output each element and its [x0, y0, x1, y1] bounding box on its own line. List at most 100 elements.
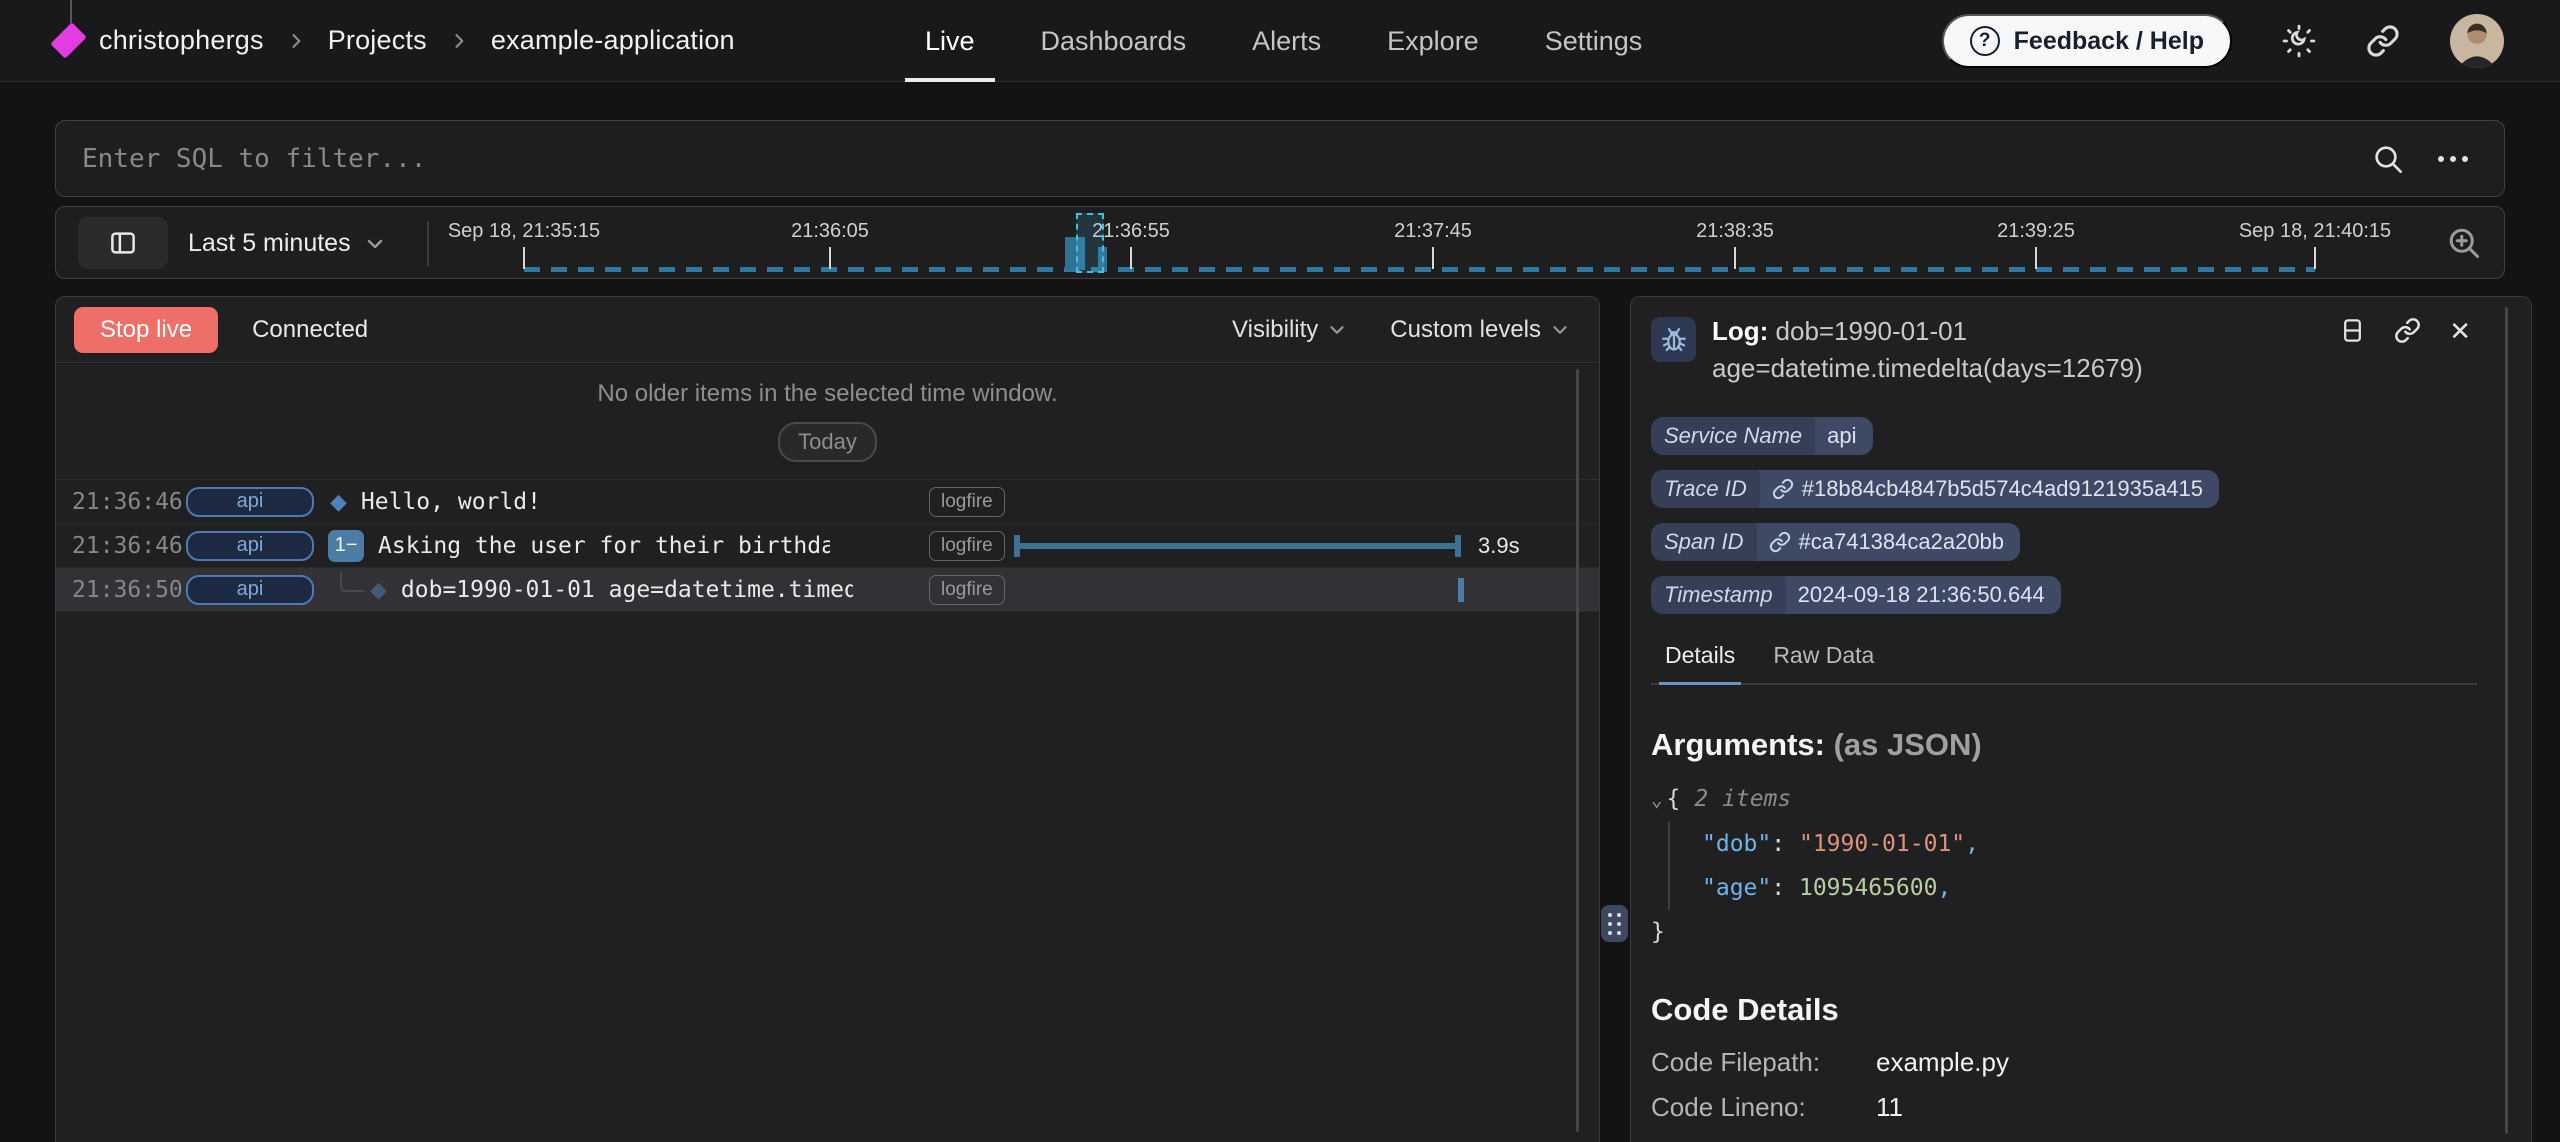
- json-entry: "dob": "1990-01-01",: [1702, 822, 2477, 866]
- code-details-heading: Code Details: [1651, 992, 2477, 1028]
- user-avatar[interactable]: [2450, 14, 2504, 68]
- span-duration-label: 3.9s: [1478, 533, 1520, 559]
- timeline-tick: [829, 247, 831, 269]
- logfire-tag[interactable]: logfire: [929, 531, 1005, 561]
- span-point-marker: [1458, 578, 1464, 602]
- timeline-bar: Last 5 minutes Sep 18, 21:35:15 21:36:05…: [55, 206, 2505, 279]
- json-close-brace: }: [1651, 919, 1665, 945]
- scrollbar[interactable]: [1576, 369, 1579, 1132]
- code-lineno-label: Code Lineno:: [1651, 1085, 1876, 1130]
- custom-levels-label: Custom levels: [1390, 316, 1541, 344]
- more-options-icon[interactable]: [2438, 156, 2468, 162]
- log-message: Hello, world!: [361, 489, 541, 515]
- json-colon: :: [1771, 875, 1785, 901]
- zoom-in-icon[interactable]: [2446, 225, 2482, 261]
- scrollbar[interactable]: [2505, 307, 2508, 1134]
- json-items-note: 2 items: [1694, 786, 1791, 812]
- logfire-tag[interactable]: logfire: [929, 487, 1005, 517]
- split-panel-icon[interactable]: [2339, 317, 2366, 344]
- tab-alerts[interactable]: Alerts: [1232, 0, 1341, 82]
- badge-value: 2024-09-18 21:36:50.644: [1798, 582, 2045, 608]
- search-icon[interactable]: [2372, 143, 2404, 175]
- feedback-help-label: Feedback / Help: [2014, 27, 2204, 56]
- arguments-heading: Arguments: (as JSON): [1651, 727, 2477, 763]
- json-viewer: ⌄{2 items "dob": "1990-01-01", "age": 10…: [1651, 777, 2477, 954]
- bug-icon: [1651, 317, 1696, 362]
- collapse-children-badge[interactable]: 1−: [328, 530, 364, 562]
- trace-id-badge[interactable]: Trace ID #18b84cb4847b5d574c4ad9121935a4…: [1651, 470, 2219, 508]
- breadcrumb-project[interactable]: example-application: [491, 25, 735, 56]
- visibility-dropdown[interactable]: Visibility: [1232, 316, 1348, 344]
- tab-live[interactable]: Live: [905, 0, 995, 82]
- tab-details[interactable]: Details: [1665, 642, 1735, 683]
- chevron-down-icon: [1549, 319, 1571, 341]
- timeline-activity-baseline: [524, 267, 2315, 272]
- detail-badges: Service Name api Trace ID #18b84cb4847b5…: [1651, 417, 2477, 614]
- code-filepath-value: example.py: [1876, 1040, 2009, 1085]
- top-nav: christophergs Projects example-applicati…: [0, 0, 2560, 82]
- breadcrumb-org[interactable]: christophergs: [99, 25, 264, 56]
- feedback-help-button[interactable]: ? Feedback / Help: [1942, 14, 2232, 68]
- panel-resize-handle[interactable]: [1601, 905, 1628, 942]
- json-colon: :: [1771, 831, 1785, 857]
- stop-live-button[interactable]: Stop live: [74, 307, 218, 353]
- empty-state: No older items in the selected time wind…: [56, 363, 1599, 480]
- badge-label: Trace ID: [1651, 470, 1760, 508]
- log-row-selected[interactable]: 21:36:50 api ◆ dob=1990-01-01 age=dateti…: [56, 568, 1599, 612]
- theme-toggle-icon[interactable]: [2282, 24, 2316, 58]
- json-root-line: ⌄{2 items: [1651, 777, 2477, 822]
- chevron-down-icon: [1326, 319, 1348, 341]
- share-link-icon[interactable]: [2366, 24, 2400, 58]
- sql-filter-input[interactable]: [56, 121, 2372, 196]
- breadcrumb-section[interactable]: Projects: [328, 25, 427, 56]
- json-number-value: 1095465600: [1799, 875, 1937, 901]
- divider: [427, 221, 429, 266]
- service-badge[interactable]: api: [186, 531, 314, 561]
- badge-label: Span ID: [1651, 523, 1757, 561]
- code-lineno-value: 11: [1876, 1085, 1903, 1130]
- chevron-down-icon: [363, 232, 387, 256]
- detail-header-actions: ✕: [2339, 317, 2471, 344]
- tab-dashboards[interactable]: Dashboards: [1021, 0, 1207, 82]
- json-key: "age": [1702, 875, 1771, 901]
- nav-actions: ? Feedback / Help: [1942, 0, 2504, 82]
- log-row[interactable]: 21:36:46 api ◆ Hello, world! logfire: [56, 480, 1599, 524]
- sidebar-toggle-button[interactable]: [78, 217, 168, 269]
- code-filepath-label: Code Filepath:: [1651, 1040, 1876, 1085]
- tab-raw-data[interactable]: Raw Data: [1773, 642, 1874, 683]
- collapse-caret-icon[interactable]: ⌄: [1651, 789, 1662, 811]
- tab-settings[interactable]: Settings: [1525, 0, 1663, 82]
- detail-title-kind: Log:: [1712, 316, 1768, 346]
- service-badge[interactable]: api: [186, 575, 314, 605]
- today-button[interactable]: Today: [778, 422, 877, 462]
- detail-tabs: Details Raw Data: [1651, 642, 2477, 685]
- badge-value: #18b84cb4847b5d574c4ad9121935a415: [1802, 476, 2203, 502]
- tab-explore[interactable]: Explore: [1367, 0, 1499, 82]
- timeline-selection-window[interactable]: [1076, 213, 1104, 273]
- timeline-tick: [1130, 247, 1132, 269]
- timeline-tick-label: 21:38:35: [1696, 220, 1774, 243]
- custom-levels-dropdown[interactable]: Custom levels: [1390, 316, 1571, 344]
- timeline-tick-label: Sep 18, 21:35:15: [448, 220, 600, 243]
- json-body: "dob": "1990-01-01", "age": 1095465600,: [1668, 822, 2477, 910]
- timeline-tick: [2035, 247, 2037, 269]
- log-row[interactable]: 21:36:46 api 1− Asking the user for thei…: [56, 524, 1599, 568]
- close-icon[interactable]: ✕: [2449, 318, 2471, 344]
- logfire-logo-icon[interactable]: [50, 22, 86, 58]
- nav-tabs: Live Dashboards Alerts Explore Settings: [905, 0, 1662, 82]
- timestamp-badge[interactable]: Timestamp 2024-09-18 21:36:50.644: [1651, 576, 2061, 614]
- timeline-tick-label: Sep 18, 21:40:15: [2239, 220, 2391, 243]
- timeline-track[interactable]: Sep 18, 21:35:15 21:36:05 21:36:55 21:37…: [441, 207, 2426, 278]
- connection-status: Connected: [252, 316, 368, 344]
- badge-label: Timestamp: [1651, 576, 1786, 614]
- copy-link-icon[interactable]: [2394, 317, 2421, 344]
- time-range-selector[interactable]: Last 5 minutes: [188, 207, 387, 280]
- timeline-tick: [1734, 247, 1736, 269]
- service-name-badge[interactable]: Service Name api: [1651, 417, 1873, 455]
- log-diamond-icon: ◆: [330, 489, 347, 515]
- log-time: 21:36:50: [56, 577, 168, 603]
- service-badge[interactable]: api: [186, 487, 314, 517]
- span-id-badge[interactable]: Span ID #ca741384ca2a20bb: [1651, 523, 2020, 561]
- badge-value: api: [1827, 423, 1856, 449]
- logfire-tag[interactable]: logfire: [929, 575, 1005, 605]
